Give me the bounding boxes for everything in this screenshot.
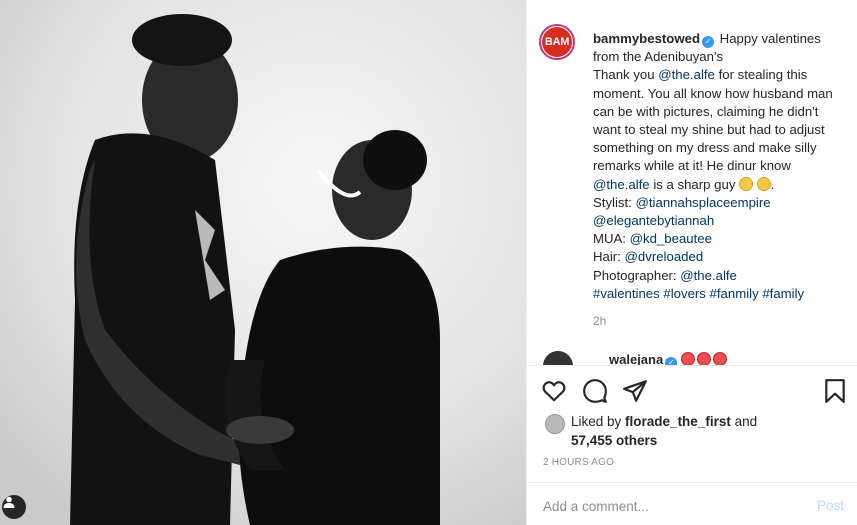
- likes-connector: and: [730, 414, 758, 429]
- hair-label: Hair:: [593, 249, 625, 265]
- heart-eyes-emoji-icon: [681, 352, 696, 365]
- bookmark-glyph: [825, 379, 845, 403]
- verified-badge-icon: ✓: [665, 357, 678, 365]
- comment-avatar[interactable]: [543, 351, 573, 365]
- caption-age: 2h: [593, 314, 607, 328]
- mention-link[interactable]: @the.alfe: [658, 67, 715, 82]
- likes-prefix: Liked by: [571, 414, 626, 429]
- caption-scroll-area[interactable]: BAM bammybestowed ✓ Happy valentines from…: [527, 0, 857, 365]
- stylist-link[interactable]: @tiannahsplaceempire: [636, 195, 771, 210]
- comment-username: walejana ✓: [609, 352, 728, 365]
- stylist-link-2[interactable]: @elegantebytiannah: [593, 213, 714, 228]
- comment-input[interactable]: [543, 493, 793, 519]
- liker-avatar[interactable]: [545, 414, 565, 434]
- verified-badge-icon: ✓: [702, 36, 714, 48]
- heart-eyes-emoji-icon: [713, 352, 728, 365]
- stylist-label: Stylist:: [593, 194, 636, 210]
- post-username[interactable]: bammybestowed: [593, 31, 700, 46]
- grin-emoji-icon: [756, 176, 771, 191]
- comment-form: Post: [527, 483, 857, 525]
- caption-thanks-post: for stealing this moment. You all know h…: [593, 67, 833, 174]
- user-tag-icon[interactable]: [2, 495, 26, 519]
- caption-thanks-pre: Thank you: [593, 67, 659, 83]
- wink-emoji-icon: [739, 176, 754, 191]
- couple-photo-illustration: [0, 0, 526, 525]
- heart-eyes-emoji-icon: [697, 352, 712, 365]
- caption-sharp: is a sharp guy: [649, 176, 740, 192]
- liker-username[interactable]: florade_the_first: [625, 414, 731, 429]
- likes-summary: Liked by florade_the_first and 57,455 ot…: [543, 410, 843, 450]
- post-details-panel: BAM bammybestowed ✓ Happy valentines from…: [526, 0, 857, 525]
- post-photo[interactable]: [0, 0, 526, 525]
- comment-item: walejana ✓: [543, 348, 843, 365]
- likes-others-count[interactable]: 57,455 others: [571, 433, 657, 448]
- post-comment-button[interactable]: Post: [817, 498, 844, 513]
- avatar[interactable]: BAM: [539, 24, 575, 60]
- post-timestamp[interactable]: 2 HOURS AGO: [543, 457, 614, 468]
- action-bar: [527, 366, 857, 414]
- comment-icon[interactable]: [582, 378, 608, 404]
- mention-link[interactable]: @the.alfe: [593, 177, 650, 192]
- hair-link[interactable]: @dvreloaded: [625, 249, 704, 264]
- photographer-label: Photographer:: [593, 267, 681, 283]
- heart-icon[interactable]: [541, 378, 567, 404]
- likes-text: Liked by florade_the_first and 57,455 ot…: [571, 413, 831, 450]
- comment-username-text[interactable]: walejana: [609, 352, 663, 365]
- mua-label: MUA:: [593, 231, 630, 247]
- share-glyph: [623, 380, 647, 402]
- avatar-logo: BAM: [542, 27, 572, 57]
- comment-glyph: [583, 379, 607, 403]
- mua-link[interactable]: @kd_beautee: [630, 231, 712, 246]
- post-caption: bammybestowed ✓ Happy valentines from the…: [593, 31, 833, 301]
- photographer-link[interactable]: @the.alfe: [680, 268, 737, 283]
- bookmark-icon[interactable]: [822, 378, 848, 404]
- hashtags[interactable]: #valentines #lovers #fanmily #family: [593, 286, 804, 301]
- heart-glyph: [542, 381, 566, 402]
- user-tag-glyph: [3, 496, 15, 508]
- share-icon[interactable]: [622, 378, 648, 404]
